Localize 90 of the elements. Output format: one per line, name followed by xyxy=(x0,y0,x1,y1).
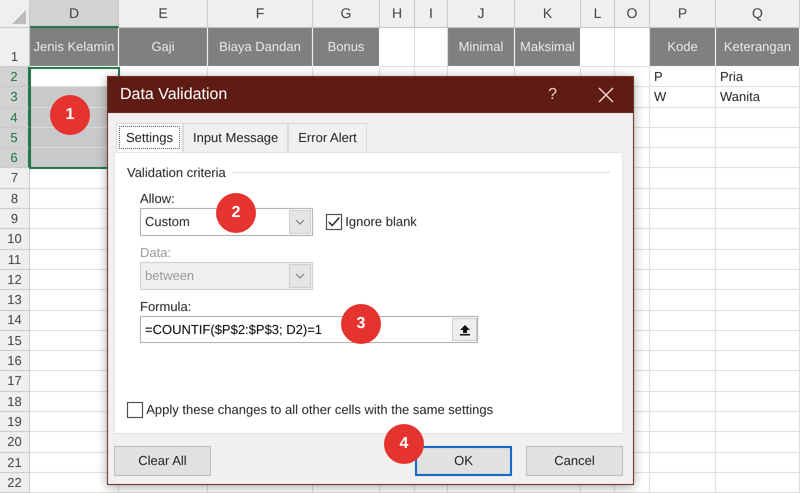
column-header[interactable]: P xyxy=(650,0,716,28)
table-cell xyxy=(650,229,716,250)
upload-arrow-button[interactable] xyxy=(452,318,477,341)
header-cell: Minimal xyxy=(448,28,515,67)
row-header[interactable]: 9 xyxy=(0,209,30,230)
column-header[interactable]: H xyxy=(380,0,415,28)
table-cell xyxy=(650,128,716,148)
row-header[interactable]: 20 xyxy=(0,432,30,453)
window-title: Data Validation xyxy=(120,85,228,105)
row-header[interactable]: 2 xyxy=(0,67,30,88)
row-header[interactable]: 7 xyxy=(0,168,30,189)
help-button[interactable]: ? xyxy=(548,83,557,107)
header-cell: Bonus xyxy=(313,28,380,67)
row-header[interactable]: 10 xyxy=(0,229,30,250)
table-cell xyxy=(650,209,716,230)
tab[interactable]: Settings xyxy=(116,123,183,152)
column-header[interactable]: K xyxy=(515,0,581,28)
column-header[interactable]: L xyxy=(581,0,615,28)
row-header[interactable]: 1 xyxy=(0,28,30,67)
table-cell xyxy=(650,250,716,270)
table-cell xyxy=(650,330,716,352)
table-cell xyxy=(650,148,716,168)
row-header[interactable]: 19 xyxy=(0,412,30,432)
table-cell xyxy=(650,371,716,392)
table-cell: W xyxy=(650,87,716,108)
row-header[interactable]: 17 xyxy=(0,371,30,392)
table-cell xyxy=(650,412,716,432)
field-label: Formula: xyxy=(140,298,192,316)
dialog-button[interactable]: OK xyxy=(415,446,512,476)
caret-icon xyxy=(295,219,305,225)
table-cell xyxy=(650,392,716,412)
table-cell xyxy=(650,108,716,128)
header-cell: Maksimal xyxy=(515,28,581,67)
column-header[interactable]: F xyxy=(208,0,313,28)
dialog-button[interactable]: Cancel xyxy=(526,446,623,476)
triangle-icon xyxy=(12,10,26,24)
row-header[interactable]: 14 xyxy=(0,310,30,331)
checkbox-label: Ignore blank xyxy=(345,213,417,232)
dropdown-value: Custom xyxy=(144,213,191,232)
caret-icon xyxy=(295,273,305,279)
checkbox[interactable] xyxy=(326,214,342,230)
table-cell xyxy=(650,310,716,331)
field-label: Allow: xyxy=(140,190,176,208)
header-cell: Jenis Kelamin xyxy=(30,28,119,67)
column-header[interactable]: E xyxy=(119,0,208,28)
table-cell: Wanita xyxy=(716,87,800,108)
field-label: Data: xyxy=(140,244,172,262)
header-cell: Biaya Dandan xyxy=(208,28,313,67)
dialog-button[interactable]: Clear All xyxy=(114,446,211,476)
row-header[interactable]: 22 xyxy=(0,472,30,493)
dropdown-value: between xyxy=(144,267,196,286)
row-header[interactable]: 18 xyxy=(0,392,30,412)
column-header[interactable]: Q xyxy=(716,0,800,28)
row-header[interactable]: 6 xyxy=(0,148,30,168)
row-header[interactable]: 11 xyxy=(0,250,30,270)
dropdown-button[interactable] xyxy=(289,210,311,234)
row-header[interactable]: 16 xyxy=(0,351,30,372)
column-header[interactable]: J xyxy=(448,0,515,28)
table-cell: Pria xyxy=(716,67,800,88)
table-cell xyxy=(650,452,716,473)
table-cell xyxy=(650,472,716,493)
column-header[interactable]: O xyxy=(615,0,650,28)
header-cell: Keterangan xyxy=(716,28,800,67)
tab[interactable]: Input Message xyxy=(182,123,288,152)
arrow-up-icon xyxy=(458,324,470,336)
tab[interactable]: Error Alert xyxy=(288,123,367,152)
table-cell xyxy=(650,351,716,372)
header-cell: Gaji xyxy=(119,28,208,67)
row-header[interactable]: 8 xyxy=(0,188,30,210)
row-header[interactable]: 4 xyxy=(0,108,30,128)
column-header[interactable]: D xyxy=(30,0,119,28)
row-header[interactable]: 15 xyxy=(0,330,30,352)
table-cell xyxy=(650,270,716,290)
table-cell xyxy=(650,168,716,189)
table-cell xyxy=(650,432,716,453)
checkbox-label: Apply these changes to all other cells with the same settings xyxy=(146,400,494,419)
checkbox[interactable] xyxy=(127,402,143,418)
row-header[interactable]: 21 xyxy=(0,452,30,473)
column-header[interactable]: I xyxy=(415,0,448,28)
row-header[interactable]: 3 xyxy=(0,87,30,108)
row-header[interactable]: 5 xyxy=(0,128,30,148)
table-cell: P xyxy=(650,67,716,88)
close-icon[interactable] xyxy=(597,86,615,104)
group-label: Validation criteria xyxy=(127,164,226,182)
column-header[interactable]: G xyxy=(313,0,380,28)
row-header[interactable]: 13 xyxy=(0,290,30,311)
table-cell xyxy=(650,290,716,311)
row-header[interactable]: 12 xyxy=(0,270,30,290)
header-cell: Kode xyxy=(650,28,716,67)
table-cell xyxy=(650,188,716,210)
